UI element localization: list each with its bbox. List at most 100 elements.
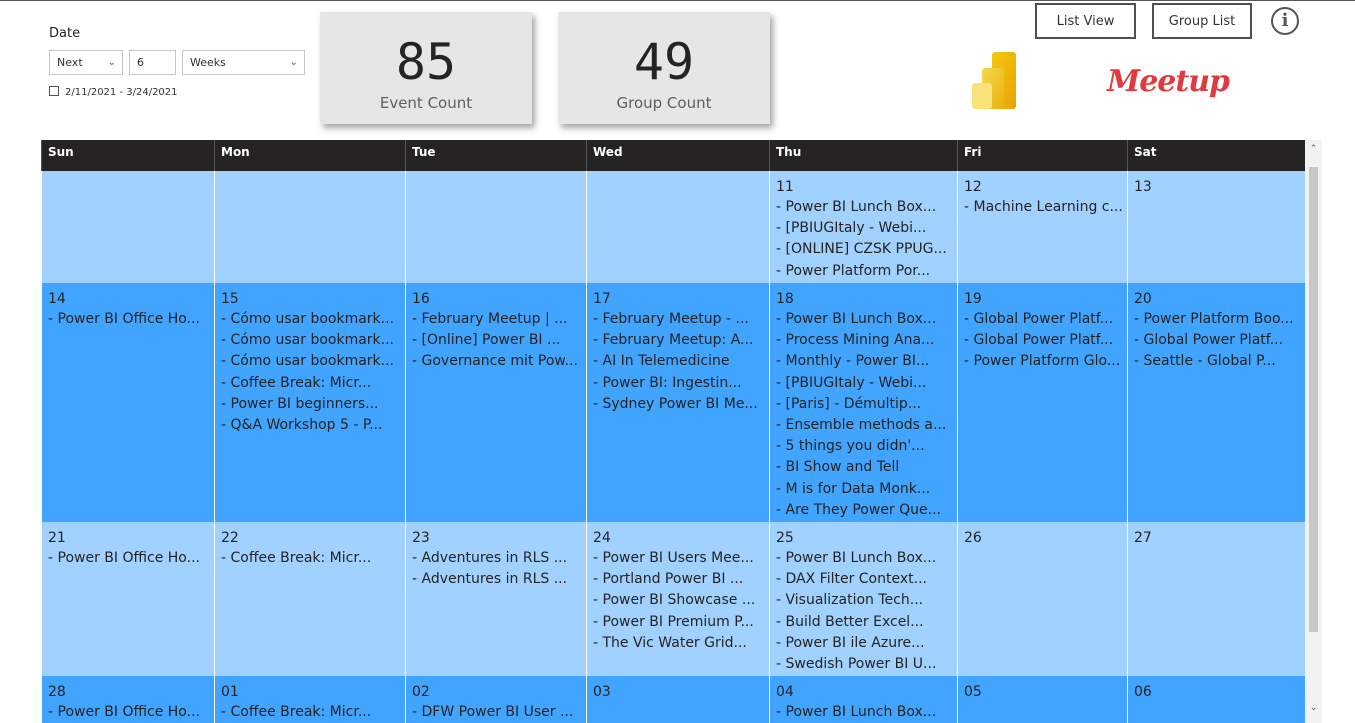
event-item[interactable]: - Power Platform Por...: [776, 261, 957, 282]
period-unit-dropdown[interactable]: Weeks ⌄: [182, 50, 305, 75]
event-item[interactable]: - Power BI Lunch Box...: [776, 309, 957, 330]
event-item[interactable]: - [PBIUGItaly - Webi...: [776, 373, 957, 394]
scroll-up-icon[interactable]: ⌃: [1305, 144, 1322, 154]
event-item[interactable]: - Power BI Lunch Box...: [776, 197, 957, 218]
event-item[interactable]: - [Online] Power BI ...: [412, 330, 586, 351]
group-list-button[interactable]: Group List: [1152, 3, 1252, 39]
day-cell[interactable]: 18 - Power BI Lunch Box... - Process Minin…: [769, 283, 957, 522]
event-item[interactable]: - Coffee Break: Micr...: [221, 373, 405, 394]
event-item[interactable]: - Power BI Premium P...: [593, 612, 769, 633]
day-cell[interactable]: 22 - Coffee Break: Micr...: [214, 522, 405, 676]
event-item[interactable]: - Power BI Showcase ...: [593, 590, 769, 611]
event-item[interactable]: - Cómo usar bookmark...: [221, 351, 405, 372]
day-cell[interactable]: 14 - Power BI Office Ho...: [41, 283, 214, 522]
day-number: 04: [776, 684, 794, 700]
event-item[interactable]: - Power Platform Boo...: [1134, 309, 1305, 330]
day-cell[interactable]: 02 - DFW Power BI User ...: [405, 676, 586, 723]
event-item[interactable]: - Power BI Office Ho...: [48, 309, 214, 330]
event-item[interactable]: - Power BI Users Mee...: [593, 548, 769, 569]
power-bi-logo: [972, 52, 1016, 109]
event-item[interactable]: - Power BI Lunch Box...: [776, 548, 957, 569]
event-item[interactable]: - Build Better Excel...: [776, 612, 957, 633]
event-item[interactable]: - Power Platform Glo...: [964, 351, 1127, 372]
day-cell[interactable]: 13: [1127, 171, 1305, 283]
event-item[interactable]: - Global Power Platf...: [964, 330, 1127, 351]
info-icon[interactable]: i: [1271, 7, 1299, 35]
event-item[interactable]: - 5 things you didn'...: [776, 436, 957, 457]
day-cell[interactable]: 26: [957, 522, 1127, 676]
day-cell[interactable]: 05: [957, 676, 1127, 723]
event-item[interactable]: - [Paris] - Démultip...: [776, 394, 957, 415]
day-cell[interactable]: 17 - February Meetup - ... - February Meet…: [586, 283, 769, 522]
relative-period-dropdown[interactable]: Next ⌄: [49, 50, 123, 75]
event-item[interactable]: - Q&A Workshop 5 - P...: [221, 415, 405, 436]
event-item[interactable]: - Ensemble methods a...: [776, 415, 957, 436]
event-item[interactable]: - February Meetup | ...: [412, 309, 586, 330]
day-cell[interactable]: 11 - Power BI Lunch Box... - [PBIUGItaly -…: [769, 171, 957, 283]
event-item[interactable]: - Global Power Platf...: [964, 309, 1127, 330]
event-item[interactable]: - Power BI ile Azure...: [776, 633, 957, 654]
event-item[interactable]: - The Vic Water Grid...: [593, 633, 769, 654]
event-item[interactable]: - Global Power Platf...: [1134, 330, 1305, 351]
day-cell[interactable]: 27: [1127, 522, 1305, 676]
event-item[interactable]: - Coffee Break: Micr...: [221, 548, 405, 569]
day-cell[interactable]: [41, 171, 214, 283]
chevron-down-icon: ⌄: [289, 57, 298, 68]
event-item[interactable]: - February Meetup: A...: [593, 330, 769, 351]
scrollbar-thumb[interactable]: [1309, 167, 1318, 632]
event-item[interactable]: - AI In Telemedicine: [593, 351, 769, 372]
event-item[interactable]: - BI Show and Tell: [776, 457, 957, 478]
event-item[interactable]: - Seattle - Global P...: [1134, 351, 1305, 372]
event-item[interactable]: - Portland Power BI ...: [593, 569, 769, 590]
event-item[interactable]: - Cómo usar bookmark...: [221, 330, 405, 351]
event-item[interactable]: - [PBIUGItaly - Webi...: [776, 218, 957, 239]
day-cell[interactable]: 21 - Power BI Office Ho...: [41, 522, 214, 676]
event-item[interactable]: - February Meetup - ...: [593, 309, 769, 330]
day-cell[interactable]: 01 - Coffee Break: Micr...: [214, 676, 405, 723]
event-item[interactable]: - Are They Power Que...: [776, 500, 957, 521]
day-cell[interactable]: 06: [1127, 676, 1305, 723]
event-item[interactable]: - Coffee Break: Micr...: [221, 702, 405, 723]
day-cell[interactable]: 15- Cómo usar bookmark... - Cómo usar boo…: [214, 283, 405, 522]
day-number: 06: [1134, 684, 1152, 700]
period-count-input[interactable]: 6: [129, 50, 176, 75]
day-cell[interactable]: [586, 171, 769, 283]
event-item[interactable]: - Governance mit Pow...: [412, 351, 586, 372]
day-cell[interactable]: 25 - Power BI Lunch Box... - DAX Filter Co…: [769, 522, 957, 676]
scroll-down-icon[interactable]: ⌄: [1305, 703, 1322, 713]
event-item[interactable]: - M is for Data Monk...: [776, 479, 957, 500]
event-item[interactable]: - Monthly - Power BI...: [776, 351, 957, 372]
day-cell[interactable]: [214, 171, 405, 283]
date-range-text: 2/11/2021 - 3/24/2021: [65, 87, 178, 98]
event-item[interactable]: - Visualization Tech...: [776, 590, 957, 611]
event-item[interactable]: - [ONLINE] CZSK PPUG...: [776, 239, 957, 260]
event-item[interactable]: - Power BI: Ingestin...: [593, 373, 769, 394]
group-count-card: 49 Group Count: [558, 12, 770, 124]
day-cell[interactable]: 20 - Power Platform Boo... - Global Power …: [1127, 283, 1305, 522]
event-item[interactable]: - Power BI Office Ho...: [48, 548, 214, 569]
day-cell[interactable]: 23 - Adventures in RLS ... - Adventures in…: [405, 522, 586, 676]
day-cell[interactable]: [405, 171, 586, 283]
event-item[interactable]: - Adventures in RLS ...: [412, 569, 586, 590]
event-item[interactable]: - Adventures in RLS ...: [412, 548, 586, 569]
day-cell[interactable]: 12 - Machine Learning c...: [957, 171, 1127, 283]
list-view-button[interactable]: List View: [1035, 3, 1136, 39]
event-item[interactable]: - Process Mining Ana...: [776, 330, 957, 351]
event-item[interactable]: - Power BI Office Ho...: [48, 702, 214, 723]
event-item[interactable]: - Power BI beginners...: [221, 394, 405, 415]
event-item[interactable]: - Swedish Power BI U...: [776, 654, 957, 675]
day-cell[interactable]: 19 - Global Power Platf... - Global Power …: [957, 283, 1127, 522]
day-cell[interactable]: 28 - Power BI Office Ho...: [41, 676, 214, 723]
event-count-value: 85: [395, 33, 457, 91]
day-cell[interactable]: 16 - February Meetup | ... - [Online] Powe…: [405, 283, 586, 522]
event-item[interactable]: - DFW Power BI User ...: [412, 702, 586, 723]
event-item[interactable]: - DAX Filter Context...: [776, 569, 957, 590]
event-item[interactable]: - Power BI Lunch Box...: [776, 702, 957, 723]
event-item[interactable]: - Sydney Power BI Me...: [593, 394, 769, 415]
day-cell[interactable]: 04 - Power BI Lunch Box...: [769, 676, 957, 723]
day-cell[interactable]: 24 - Power BI Users Mee... - Portland Powe…: [586, 522, 769, 676]
event-item[interactable]: - Machine Learning c...: [964, 197, 1127, 218]
calendar-scrollbar[interactable]: ⌃ ⌄: [1305, 140, 1322, 723]
event-item[interactable]: - Cómo usar bookmark...: [221, 309, 405, 330]
day-cell[interactable]: 03: [586, 676, 769, 723]
